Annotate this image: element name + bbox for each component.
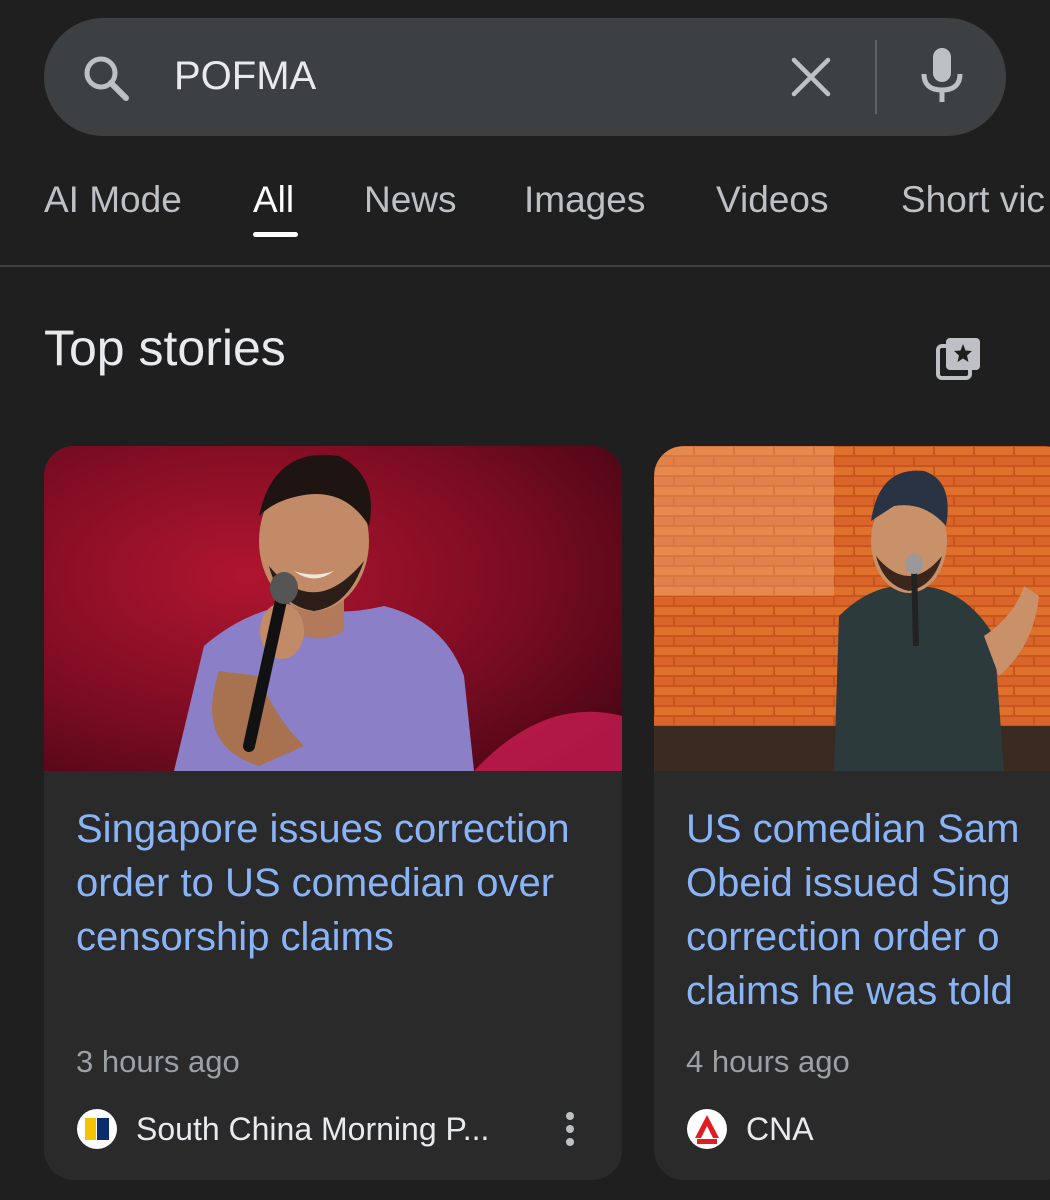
story-card[interactable]: US comedian Sam Obeid issued Sing correc… <box>654 446 1050 1180</box>
stories-bookmark-icon[interactable] <box>934 334 984 384</box>
cna-logo-icon <box>687 1109 727 1149</box>
tab-ai-mode[interactable]: AI Mode <box>44 178 182 222</box>
story-thumbnail <box>44 446 622 771</box>
story-headline-line: Obeid issued Sing <box>686 861 1011 905</box>
tab-news[interactable]: News <box>364 178 457 222</box>
search-input[interactable]: POFMA <box>174 52 316 100</box>
search-tabs: AI Mode All News Images Videos Short vic <box>0 170 1050 240</box>
story-source: South China Morning P... <box>136 1111 490 1147</box>
story-headline[interactable]: US comedian Sam Obeid issued Sing correc… <box>686 802 1050 1018</box>
story-time: 3 hours ago <box>76 1044 240 1079</box>
story-card[interactable]: Singapore issues correction order to US … <box>44 446 622 1180</box>
search-results-page: POFMA AI Mode All News Images Videos Sho… <box>0 0 1050 1200</box>
search-icon[interactable] <box>80 52 132 104</box>
story-headline-line: claims he was told <box>686 969 1013 1013</box>
story-headline[interactable]: Singapore issues correction order to US … <box>76 802 596 964</box>
tab-all[interactable]: All <box>253 178 294 222</box>
tab-images[interactable]: Images <box>524 178 645 222</box>
tab-short-videos[interactable]: Short vic <box>901 178 1045 222</box>
search-divider <box>875 40 877 114</box>
mic-icon[interactable] <box>916 46 968 106</box>
tabs-divider <box>0 265 1050 267</box>
story-thumbnail <box>654 446 1050 771</box>
story-time: 4 hours ago <box>686 1044 850 1079</box>
section-title: Top stories <box>44 320 286 376</box>
tab-videos[interactable]: Videos <box>716 178 828 222</box>
story-source: CNA <box>746 1111 814 1147</box>
story-headline-line: correction order o <box>686 915 1000 959</box>
clear-icon[interactable] <box>786 52 836 102</box>
scmp-logo-icon <box>77 1109 117 1149</box>
more-vert-icon[interactable] <box>554 1108 586 1150</box>
active-tab-indicator <box>253 232 298 237</box>
story-headline-line: US comedian Sam <box>686 807 1020 851</box>
